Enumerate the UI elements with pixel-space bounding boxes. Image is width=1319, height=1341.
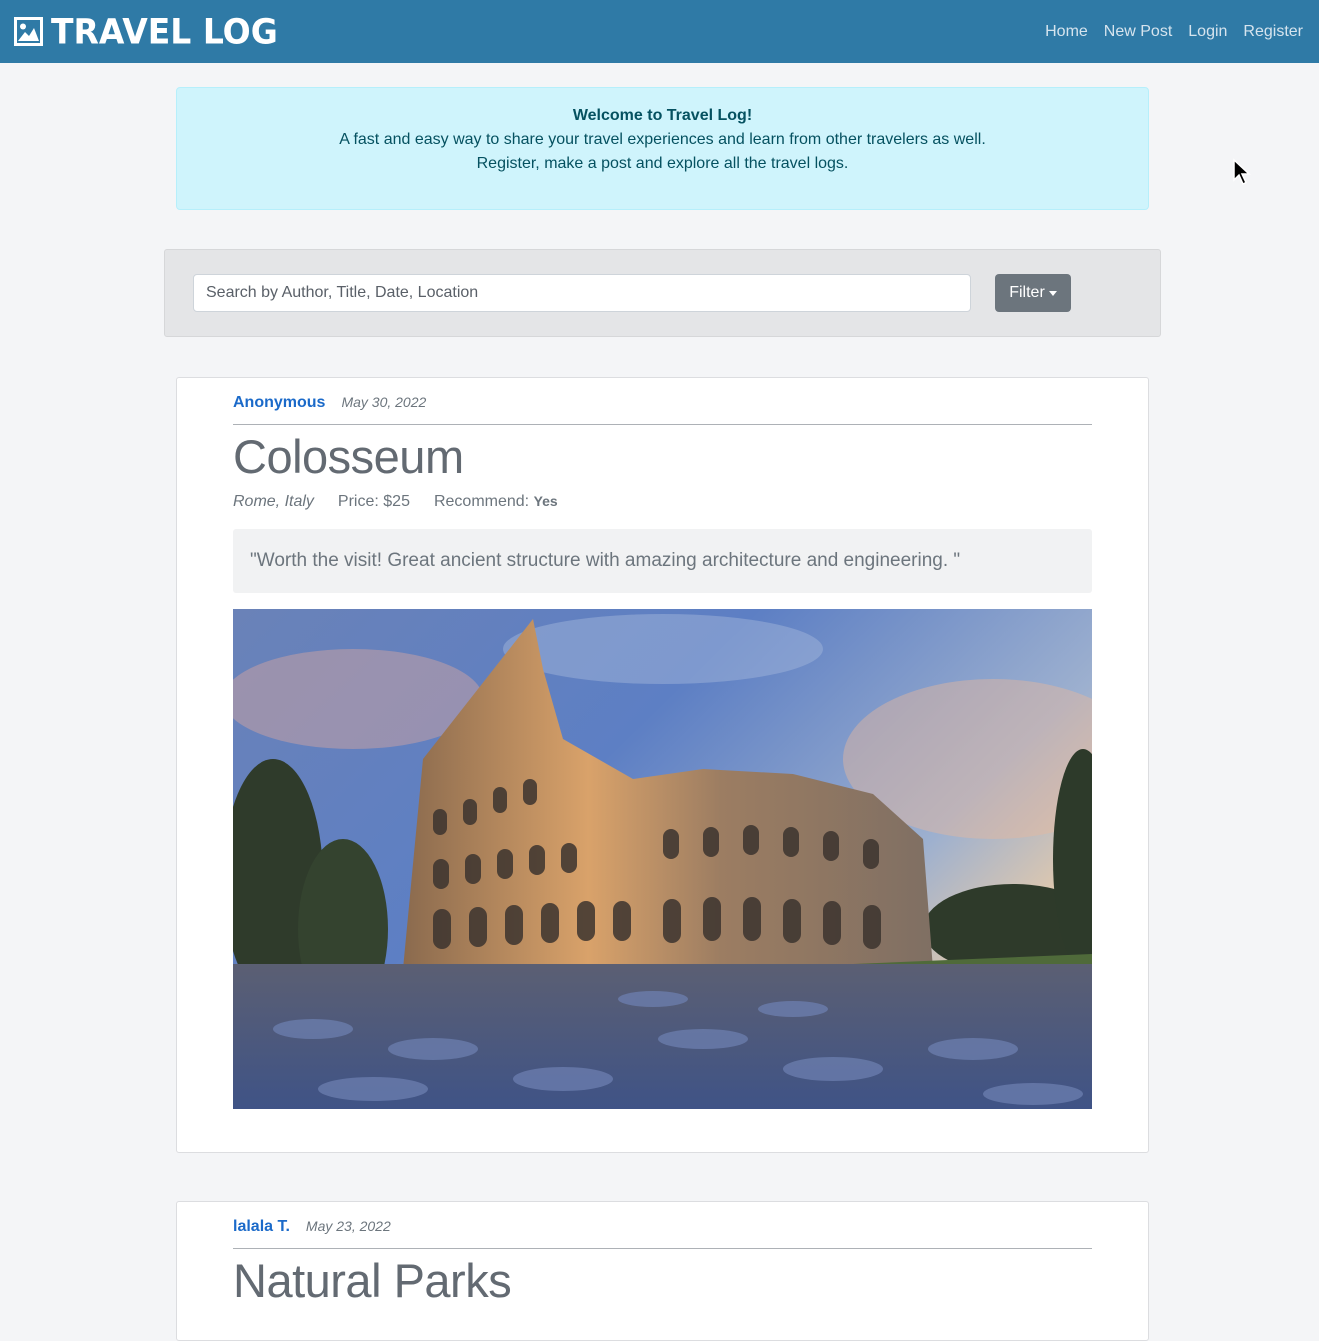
post-meta: Anonymous May 30, 2022	[233, 394, 1092, 424]
post-quote: "Worth the visit! Great ancient structur…	[233, 529, 1092, 593]
post-price: Price: $25	[337, 493, 410, 510]
post-author-link[interactable]: lalala T.	[233, 1218, 290, 1236]
post-card: lalala T. May 23, 2022 Natural Parks	[176, 1201, 1149, 1341]
mouse-cursor-icon	[1233, 158, 1251, 186]
post-date: May 23, 2022	[305, 1218, 391, 1234]
post-title: Natural Parks	[233, 1254, 512, 1307]
nav-new-post-link[interactable]: New Post	[1104, 23, 1172, 41]
post-recommend-value: Yes	[533, 493, 558, 509]
welcome-line-1: A fast and easy way to share your travel…	[339, 131, 986, 148]
post-author-link[interactable]: Anonymous	[233, 394, 325, 412]
welcome-alert: Welcome to Travel Log! A fast and easy w…	[176, 87, 1149, 210]
image-icon	[14, 17, 43, 46]
welcome-line-2: Register, make a post and explore all th…	[476, 155, 849, 172]
post-meta: lalala T. May 23, 2022	[233, 1218, 1092, 1248]
brand-name: TRAVEL LOG	[51, 11, 278, 52]
post-content: lalala T. May 23, 2022 Natural Parks	[233, 1218, 1092, 1311]
search-input[interactable]	[193, 274, 971, 312]
welcome-title: Welcome to Travel Log!	[572, 107, 753, 124]
filter-button[interactable]: Filter	[995, 274, 1071, 312]
filter-button-label: Filter	[1009, 284, 1045, 301]
nav-home-link[interactable]: Home	[1045, 23, 1088, 41]
colosseum-photo	[233, 609, 1092, 1109]
post-divider	[233, 424, 1092, 425]
post-location: Rome, Italy	[233, 493, 314, 510]
brand-logo[interactable]: TRAVEL LOG	[14, 11, 278, 52]
post-divider	[233, 1248, 1092, 1249]
post-date: May 30, 2022	[341, 394, 427, 410]
post-content: Anonymous May 30, 2022 Colosseum Rome, I…	[233, 394, 1092, 1109]
post-details: Rome, Italy Price: $25 Recommend: Yes	[233, 493, 1092, 511]
caret-down-icon	[1048, 291, 1057, 296]
search-panel: Filter	[164, 249, 1161, 337]
post-recommend-label: Recommend:	[433, 493, 530, 510]
post-recommend: Recommend: Yes	[434, 493, 558, 511]
nav-links: Home New Post Login Register	[1045, 23, 1303, 41]
nav-register-link[interactable]: Register	[1243, 23, 1303, 41]
post-card: Anonymous May 30, 2022 Colosseum Rome, I…	[176, 377, 1149, 1153]
nav-login-link[interactable]: Login	[1188, 23, 1227, 41]
navbar: TRAVEL LOG Home New Post Login Register	[0, 0, 1319, 63]
post-title: Colosseum	[233, 430, 464, 483]
